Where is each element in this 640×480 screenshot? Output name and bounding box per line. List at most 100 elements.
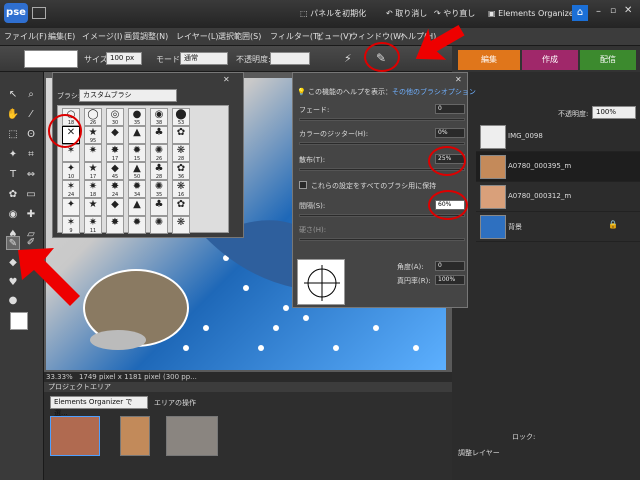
eyedropper-tool-icon[interactable]: ⁄ (24, 108, 38, 122)
brush-tip[interactable]: ▲ (128, 198, 146, 216)
foreground-color-swatch[interactable] (10, 312, 28, 330)
red-eye-tool-icon[interactable]: ◉ (6, 208, 20, 222)
brush-tip[interactable]: ◆ (106, 126, 124, 144)
layer-row[interactable]: A0780_000312_m (476, 182, 640, 212)
tab-share[interactable]: 配信 (580, 50, 636, 70)
layout-icon[interactable] (32, 7, 46, 19)
brush-set-select[interactable]: カスタムブラシ (79, 89, 177, 102)
marquee-tool-icon[interactable]: ⬚ (6, 128, 20, 142)
home-icon[interactable]: ⌂ (572, 5, 588, 21)
menu-file[interactable]: ファイル(F) (4, 31, 47, 42)
brush-tip[interactable]: ◆ 45 (106, 162, 124, 180)
menu-image[interactable]: イメージ(I) (82, 31, 122, 42)
mode-select[interactable]: 通常 (180, 52, 228, 65)
opacity-field[interactable] (270, 52, 310, 65)
size-field[interactable]: 100 px (106, 52, 142, 65)
help-link[interactable]: その他のブラシオプション (392, 88, 476, 96)
brush-tip[interactable]: ✷ 11 (84, 216, 102, 234)
straighten-tool-icon[interactable]: ▭ (24, 188, 38, 202)
brush-tip[interactable]: ▲ (128, 126, 146, 144)
brush-preset-picker[interactable] (24, 50, 78, 68)
brush-tip[interactable]: ◆ (106, 198, 124, 216)
brush-tip[interactable]: ✹ 15 (128, 144, 146, 162)
brush-tip[interactable]: ♣ (150, 198, 168, 216)
brush-tip[interactable]: ⬤ 53 (172, 108, 190, 126)
fade-field[interactable]: 0 (435, 104, 465, 114)
brush-tip[interactable]: ✶ 9 (62, 216, 80, 234)
jitter-slider[interactable] (299, 142, 465, 145)
close-button[interactable]: ✕ (624, 5, 632, 16)
menu-enhance[interactable]: 画質調整(N) (124, 31, 168, 42)
brush-tip[interactable]: ★ (84, 198, 102, 216)
brush-angle-preview[interactable] (297, 259, 345, 305)
menu-view[interactable]: ビュー(V) (316, 31, 352, 42)
hardness-slider[interactable] (299, 238, 465, 241)
zoom-tool-icon[interactable]: ⌕ (24, 88, 38, 102)
brush-tip[interactable]: ✿ 36 (172, 162, 190, 180)
brush-tip[interactable]: ✺ 26 (150, 144, 168, 162)
brush-tip[interactable]: ✺ 35 (150, 180, 168, 198)
brush-tip[interactable]: ★ 95 (84, 126, 102, 144)
brush-tip[interactable]: ✦ (62, 198, 80, 216)
roundness-field[interactable]: 100% (435, 275, 465, 285)
brush-tip[interactable]: ◯ 26 (84, 108, 102, 126)
project-thumbnail[interactable] (166, 416, 218, 456)
project-source-select[interactable]: Elements Organizer で選... (50, 396, 148, 417)
brush-tip[interactable]: ● 35 (128, 108, 146, 126)
brush-tip[interactable]: ♣ 28 (150, 162, 168, 180)
recompose-tool-icon[interactable]: ⇔ (24, 168, 38, 182)
menu-select[interactable]: 選択範囲(S) (218, 31, 261, 42)
brush-tip[interactable]: ✿ (172, 126, 190, 144)
brush-tip[interactable]: ★ 17 (84, 162, 102, 180)
brush-tip[interactable]: ✦ 10 (62, 162, 80, 180)
minimize-button[interactable]: – (596, 6, 601, 17)
brush-tip[interactable]: ✿ (172, 198, 190, 216)
brush-tip[interactable]: ◉ 38 (150, 108, 168, 126)
keep-settings-checkbox[interactable] (299, 181, 307, 189)
tab-create[interactable]: 作成 (522, 50, 578, 70)
project-thumbnail[interactable] (120, 416, 150, 456)
brush-tip[interactable]: ✷ (84, 144, 102, 162)
project-thumbnail[interactable] (50, 416, 100, 456)
brush-tip[interactable]: ✸ 24 (106, 180, 124, 198)
layer-opacity-field[interactable]: 100% (592, 106, 636, 119)
brush-tip[interactable]: ✷ 18 (84, 180, 102, 198)
brush-tip[interactable]: ✺ (150, 216, 168, 234)
reset-panels-button[interactable]: ⬚ パネルを初期化 (300, 6, 366, 22)
brush-tip[interactable]: ✸ 17 (106, 144, 124, 162)
brush-tip[interactable]: ♣ (150, 126, 168, 144)
layer-row[interactable]: 背景 🔒 (476, 212, 640, 242)
magic-wand-tool-icon[interactable]: ✦ (6, 148, 20, 162)
fade-slider[interactable] (299, 118, 465, 121)
brush-tip[interactable]: ✹ (128, 216, 146, 234)
lasso-tool-icon[interactable]: ʘ (24, 128, 38, 142)
menu-layer[interactable]: レイヤー(L) (176, 31, 218, 42)
jitter-field[interactable]: 0% (435, 128, 465, 138)
airbrush-icon[interactable]: ⚡ (344, 52, 352, 65)
panel-close-icon[interactable]: ✕ (223, 75, 230, 84)
menu-filter[interactable]: フィルター(T) (270, 31, 321, 42)
brush-tip[interactable]: ❋ 28 (172, 144, 190, 162)
move-tool-icon[interactable]: ↖ (6, 88, 20, 102)
tab-edit[interactable]: 編集 (458, 50, 520, 70)
type-tool-icon[interactable]: T (6, 168, 20, 182)
maximize-button[interactable]: ▫ (610, 6, 616, 16)
angle-field[interactable]: 0 (435, 261, 465, 271)
layer-row[interactable]: A0780_000395_m (476, 152, 640, 182)
brush-tip[interactable]: ▲ 50 (128, 162, 146, 180)
menu-edit[interactable]: 編集(E) (48, 31, 75, 42)
brush-tip[interactable]: ✸ (106, 216, 124, 234)
brush-tip[interactable]: ❋ 16 (172, 180, 190, 198)
crop-tool-icon[interactable]: ⌗ (24, 148, 38, 162)
cookie-cutter-tool-icon[interactable]: ✿ (6, 188, 20, 202)
brush-tip[interactable]: ✹ 34 (128, 180, 146, 198)
brush-tip[interactable]: ◎ 30 (106, 108, 124, 126)
brush-tip[interactable]: ✶ 24 (62, 180, 80, 198)
organizer-button[interactable]: ▣ Elements Organizer (488, 6, 577, 22)
layer-row[interactable]: IMG_0098 (476, 122, 640, 152)
healing-tool-icon[interactable]: ✚ (24, 208, 38, 222)
area-operations-menu[interactable]: エリアの操作 (154, 398, 196, 408)
brush-tip[interactable]: ❋ (172, 216, 190, 234)
panel-close-icon[interactable]: ✕ (455, 75, 462, 84)
hand-tool-icon[interactable]: ✋ (6, 108, 20, 122)
